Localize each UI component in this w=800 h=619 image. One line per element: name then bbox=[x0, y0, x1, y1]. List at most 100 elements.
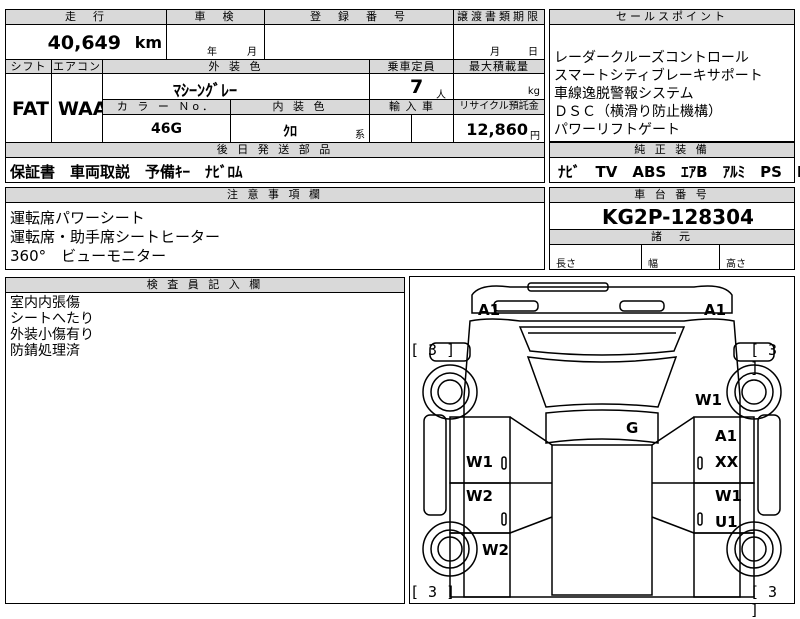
sales-point-item: レーダークルーズコントロール bbox=[554, 50, 749, 66]
inspection-month-label: 月 bbox=[247, 47, 257, 58]
mileage-header: 走 行 bbox=[5, 9, 167, 25]
sales-point-item: ＤＳＣ（横滑り防止機構） bbox=[554, 104, 722, 120]
sales-point-list: レーダークルーズコントロール スマートシティブレーキサポート 車線逸脱警報システ… bbox=[554, 49, 763, 139]
transfer-deadline-header: 譲渡書類期限 bbox=[453, 9, 545, 25]
later-parts-cell: 保証書 車両取説 予備ｷｰ ﾅﾋﾞﾛﾑ bbox=[5, 157, 545, 183]
left-front-door bbox=[449, 416, 511, 484]
mark-w1-right-rear-door: W1 bbox=[715, 487, 742, 505]
front-left-light bbox=[493, 300, 539, 312]
import-car-cell-right bbox=[411, 114, 454, 143]
recycle-deposit-cell: 12,860 円 bbox=[453, 114, 545, 143]
tire-depth-front-left: [ 3 ] bbox=[410, 341, 456, 359]
dimensions-length-cell: 長さ bbox=[549, 244, 642, 270]
mark-w1-left-front-door: W1 bbox=[466, 453, 493, 471]
recycle-deposit-value: 12,860 bbox=[466, 120, 528, 139]
chassis-number-header: 車 台 番 号 bbox=[549, 187, 795, 203]
notes-line: 360° ビューモニター bbox=[10, 247, 167, 265]
mark-u1-right-rear-door: U1 bbox=[715, 513, 738, 531]
ac-cell: WAA bbox=[51, 73, 108, 143]
windshield bbox=[526, 356, 678, 408]
genuine-equipment-cell: ﾅﾋﾞ TV ABS ｴｱB ｱﾙﾐ PS PW bbox=[549, 157, 800, 183]
mileage-value: 40,649 bbox=[47, 32, 121, 54]
ac-value: WAA bbox=[58, 98, 108, 120]
inspector-line: 外装小傷有り bbox=[10, 327, 94, 343]
mark-a1-front-left: A1 bbox=[478, 301, 501, 319]
color-no-value: 46G bbox=[151, 121, 182, 137]
max-load-cell: kg bbox=[453, 73, 545, 100]
front-left-wheel bbox=[422, 364, 478, 420]
interior-color-cell: ｸﾛ 系 bbox=[230, 114, 370, 143]
dimensions-header: 諸 元 bbox=[549, 229, 795, 245]
mark-xx-right-front-door: XX bbox=[715, 453, 739, 471]
registration-cell bbox=[264, 24, 454, 60]
capacity-header: 乗車定員 bbox=[369, 59, 454, 74]
inspector-header: 検 査 員 記 入 欄 bbox=[5, 277, 405, 293]
exterior-color-header: 外 装 色 bbox=[102, 59, 370, 74]
notes-cell: 運転席パワーシート 運転席・助手席シートヒーター 360° ビューモニター bbox=[5, 202, 545, 270]
transfer-day-label: 日 bbox=[528, 47, 538, 58]
dimensions-length-label: 長さ bbox=[556, 259, 576, 270]
hood bbox=[518, 326, 686, 356]
left-sill bbox=[423, 414, 447, 516]
dimensions-width-cell: 幅 bbox=[641, 244, 720, 270]
sales-point-item: パワーリフトゲート bbox=[554, 122, 680, 138]
capacity-value: 7 bbox=[410, 76, 424, 98]
later-parts-header: 後 日 発 送 部 品 bbox=[5, 142, 545, 158]
sales-point-item: 車線逸脱警報システム bbox=[554, 86, 694, 102]
roof-panel bbox=[551, 444, 653, 596]
front-bumper bbox=[471, 285, 733, 314]
dimensions-width-label: 幅 bbox=[648, 259, 658, 270]
mark-a1-front-right: A1 bbox=[704, 301, 727, 319]
inspector-line: 室内内張傷 bbox=[10, 295, 80, 311]
later-parts-value: 保証書 車両取説 予備ｷｰ ﾅﾋﾞﾛﾑ bbox=[10, 163, 243, 181]
max-load-unit: kg bbox=[527, 86, 540, 97]
shift-value: FAT bbox=[12, 98, 49, 120]
recycle-deposit-unit: 円 bbox=[530, 131, 540, 142]
front-right-light bbox=[619, 300, 665, 312]
dimensions-height-cell: 高さ bbox=[719, 244, 795, 270]
capacity-cell: 7 人 bbox=[369, 73, 454, 101]
transfer-month-label: 月 bbox=[490, 47, 500, 58]
chassis-number-cell: KG2P-128304 bbox=[549, 202, 795, 230]
inspector-line: 防錆処理済 bbox=[10, 343, 80, 359]
inspection-cell: 年 月 bbox=[166, 24, 265, 60]
interior-color-header: 内 装 色 bbox=[230, 99, 370, 115]
recycle-deposit-header: リサイクル預託金 bbox=[453, 99, 545, 115]
notes-line: 運転席パワーシート bbox=[10, 209, 145, 227]
shift-header: シフト bbox=[5, 59, 52, 74]
import-car-cell-left bbox=[369, 114, 412, 143]
genuine-equipment-header: 純 正 装 備 bbox=[549, 142, 795, 158]
interior-color-suffix: 系 bbox=[355, 130, 365, 141]
sales-point-cell: レーダークルーズコントロール スマートシティブレーキサポート 車線逸脱警報システ… bbox=[549, 24, 795, 142]
chassis-number-value: KG2P-128304 bbox=[602, 205, 754, 229]
inspection-year-label: 年 bbox=[207, 47, 217, 58]
tire-depth-front-right: [ 3 ] bbox=[750, 341, 778, 377]
transfer-deadline-cell: 月 日 bbox=[453, 24, 545, 60]
mark-w2-left-lower: W2 bbox=[482, 541, 509, 559]
registration-header: 登 録 番 号 bbox=[264, 9, 454, 25]
right-sill bbox=[757, 414, 781, 516]
max-load-header: 最大積載量 bbox=[453, 59, 545, 74]
roof bbox=[545, 409, 659, 444]
mark-w1-right-fender: W1 bbox=[695, 391, 722, 409]
inspector-cell: 室内内張傷 シートへたり 外装小傷有り 防錆処理済 bbox=[5, 292, 405, 604]
ac-header: エアコン bbox=[51, 59, 103, 74]
genuine-equipment-items: ﾅﾋﾞ TV ABS ｴｱB ｱﾙﾐ PS PW bbox=[558, 163, 800, 181]
car-diagram-panel: A1 A1 W1 G A1 XX W1 W2 W1 U1 W2 [ 3 ] [ … bbox=[409, 276, 795, 619]
exterior-color-cell: ﾏｼｰﾝｸﾞﾚｰ bbox=[102, 73, 370, 100]
inspector-line: シートへたり bbox=[10, 311, 94, 327]
color-no-header: カ ラ ー Ｎo． bbox=[102, 99, 231, 115]
tire-depth-rear-left: [ 3 ] bbox=[410, 583, 456, 601]
notes-list: 運転席パワーシート 運転席・助手席シートヒーター 360° ビューモニター bbox=[10, 209, 220, 266]
dimensions-height-label: 高さ bbox=[726, 259, 746, 270]
mark-a1-right-front-door: A1 bbox=[715, 427, 738, 445]
mileage-cell: 40,649 km bbox=[5, 24, 167, 60]
notes-header: 注 意 事 項 欄 bbox=[5, 187, 545, 203]
interior-color-value: ｸﾛ bbox=[283, 124, 297, 140]
tire-depth-rear-right: [ 3 ] bbox=[750, 583, 778, 619]
exterior-color-value: ﾏｼｰﾝｸﾞﾚｰ bbox=[173, 81, 238, 100]
sales-point-item: スマートシティブレーキサポート bbox=[554, 68, 763, 84]
inspection-header: 車 検 bbox=[166, 9, 265, 25]
sales-point-header: セールスポイント bbox=[549, 9, 795, 25]
mileage-unit: km bbox=[134, 33, 162, 52]
